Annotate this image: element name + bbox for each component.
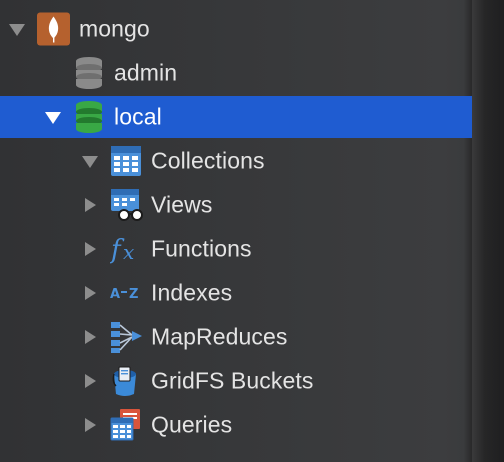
disclosure-down-icon[interactable]	[7, 19, 27, 39]
disclosure-down-icon[interactable]	[43, 107, 63, 127]
bucket-icon	[112, 366, 136, 396]
tree-item-mongo[interactable]: mongo	[0, 8, 504, 50]
tree-item-label: Collections	[151, 147, 265, 174]
tree-item-collections[interactable]: Collections	[0, 140, 504, 182]
tree-item-views[interactable]: Views	[0, 184, 504, 226]
disclosure-right-icon[interactable]	[80, 371, 100, 391]
svg-text:Z: Z	[129, 287, 138, 302]
tree-item-label: admin	[114, 59, 178, 86]
table-grid-icon	[111, 146, 141, 176]
tree-item-queries[interactable]: Queries	[0, 404, 504, 446]
disclosure-right-icon[interactable]	[80, 195, 100, 215]
tree-item-mapreduces[interactable]: MapReduces	[0, 316, 504, 358]
tree-item-indexes[interactable]: A Z Indexes	[0, 272, 504, 314]
disclosure-right-icon[interactable]	[80, 327, 100, 347]
database-icon	[76, 57, 102, 89]
tree-item-label: MapReduces	[151, 323, 288, 350]
view-glasses-icon	[111, 189, 143, 221]
disclosure-down-icon[interactable]	[80, 151, 100, 171]
tree-item-local[interactable]: local	[0, 96, 472, 138]
tree-item-label: Functions	[151, 235, 252, 262]
disclosure-right-icon[interactable]	[80, 415, 100, 435]
tree-item-gridfs-buckets[interactable]: GridFS Buckets	[0, 360, 504, 402]
navigator-tree: mongo admin local Collections Views f x …	[0, 0, 504, 462]
tree-item-functions[interactable]: f x Functions	[0, 228, 504, 270]
mapreduce-icon	[111, 322, 142, 353]
svg-text:A: A	[110, 287, 120, 302]
tree-item-label: Views	[151, 191, 213, 218]
mongodb-leaf-icon	[37, 12, 70, 46]
panel-divider[interactable]	[472, 0, 504, 462]
tree-item-label: GridFS Buckets	[151, 367, 314, 394]
queries-icon	[110, 409, 140, 441]
a-z-index-icon: A Z	[110, 287, 138, 302]
tree-item-label: mongo	[79, 15, 150, 42]
svg-text:x: x	[123, 240, 134, 264]
tree-item-label: Indexes	[151, 279, 233, 306]
disclosure-right-icon[interactable]	[80, 239, 100, 259]
tree-item-label: local	[114, 103, 162, 130]
tree-item-label: Queries	[151, 411, 233, 438]
function-fx-icon: f x	[110, 235, 134, 265]
database-icon	[76, 101, 102, 133]
disclosure-right-icon[interactable]	[80, 283, 100, 303]
tree-item-admin[interactable]: admin	[0, 52, 504, 94]
